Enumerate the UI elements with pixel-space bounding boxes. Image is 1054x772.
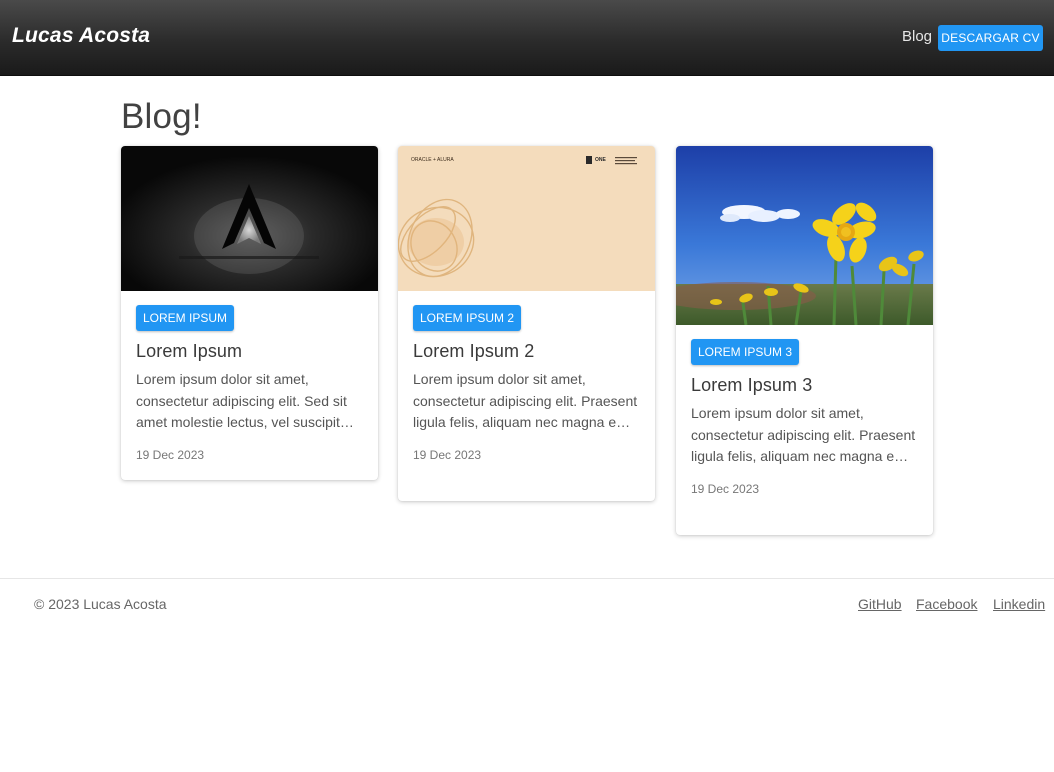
card-image-daffodils[interactable] [676,146,933,325]
card-title[interactable]: Lorem Ipsum [136,341,363,362]
card-date: 19 Dec 2023 [691,481,760,496]
download-cv-button[interactable]: DESCARGAR CV [938,25,1043,51]
footer: © 2023 Lucas Acosta GitHub Facebook Link… [0,578,1054,772]
blog-card[interactable]: LOREM IPSUM 3 Lorem Ipsum 3 Lorem ipsum … [676,146,933,535]
footer-link-facebook[interactable]: Facebook [916,596,977,612]
copyright-text: © 2023 Lucas Acosta [34,596,167,612]
nav-link-blog[interactable]: Blog [902,28,932,45]
card-excerpt: Lorem ipsum dolor sit amet, consectetur … [136,371,354,430]
card-image-oracle-one[interactable]: ORACLE + ALURA ONE [398,146,655,291]
assassins-creed-logo-image [121,146,378,291]
navbar: Lucas Acosta Blog DESCARGAR CV [0,0,1054,76]
daffodils-photo-image [676,146,933,325]
card-tag[interactable]: LOREM IPSUM 2 [413,305,522,331]
footer-link-github[interactable]: GitHub [858,596,902,612]
footer-link-linkedin[interactable]: Linkedin [993,596,1045,612]
card-title[interactable]: Lorem Ipsum 2 [413,341,640,362]
brand-logo[interactable]: Lucas Acosta [12,24,150,48]
page-title: Blog! [121,97,202,136]
blog-card[interactable]: LOREM IPSUM Lorem Ipsum Lorem ipsum dolo… [121,146,378,480]
oracle-logo-text: ORACLE + ALURA [411,157,454,163]
card-image-assassins-creed[interactable] [121,146,378,291]
blog-card[interactable]: ORACLE + ALURA ONE LOREM IPSUM 2 Lorem I… [398,146,655,501]
card-tag[interactable]: LOREM IPSUM [136,305,235,331]
card-tag[interactable]: LOREM IPSUM 3 [691,339,800,365]
card-excerpt: Lorem ipsum dolor sit amet, consectetur … [413,371,638,430]
card-date: 19 Dec 2023 [413,447,482,462]
oracle-one-banner-image: ORACLE + ALURA ONE [398,146,655,291]
one-logo-text: ONE [595,157,607,163]
card-title[interactable]: Lorem Ipsum 3 [691,375,918,396]
card-excerpt: Lorem ipsum dolor sit amet, consectetur … [691,405,916,464]
card-date: 19 Dec 2023 [136,447,205,462]
